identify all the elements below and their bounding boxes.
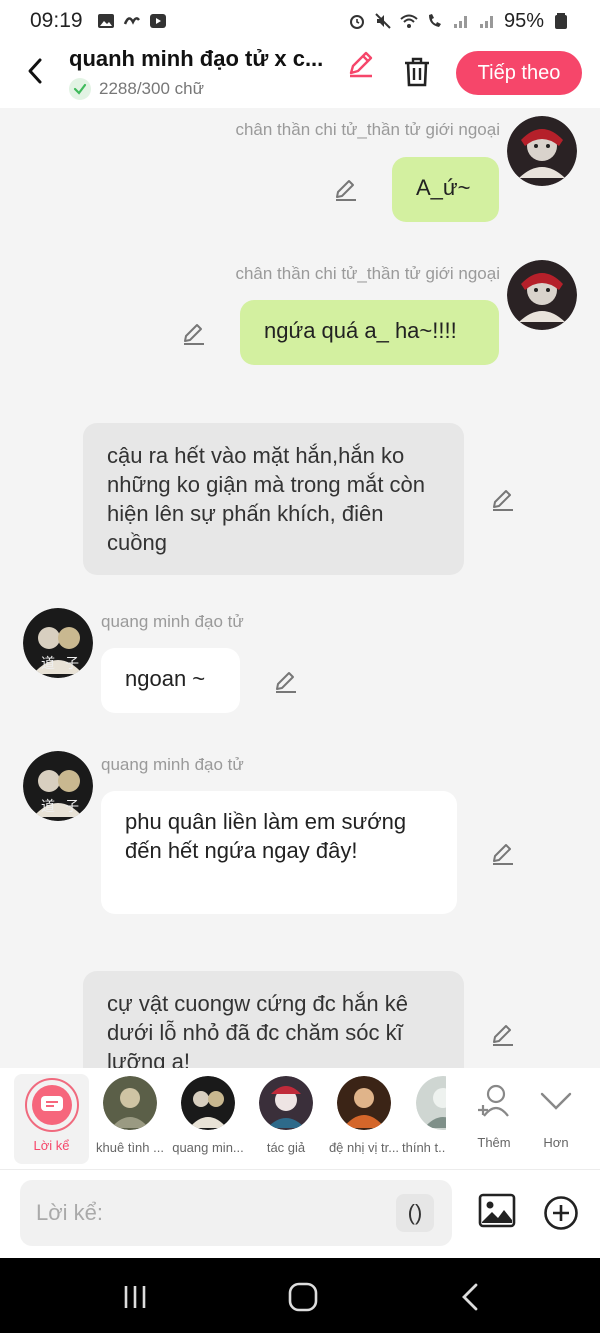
add-user-icon <box>478 1084 509 1117</box>
wifi-icon <box>400 14 418 28</box>
character-avatar <box>259 1076 313 1130</box>
svg-text:道: 道 <box>41 799 55 815</box>
add-character-label: Thêm <box>477 1135 511 1150</box>
character-avatar <box>103 1076 157 1130</box>
story-title: quanh minh đạo tử x c... <box>69 46 324 71</box>
message-text: phu quân liền làm em sướng đến hết ngứa … <box>125 809 407 863</box>
edit-message-icon[interactable] <box>181 320 207 346</box>
app-notification-icon <box>123 17 140 25</box>
narration-bubble[interactable]: cậu ra hết vào mặt hắn,hắn ko những ko g… <box>83 423 464 575</box>
narration-text: cự vật cuongw cứng đc hắn kê dưới lỗ nhỏ… <box>107 991 408 1068</box>
input-bar: Lời kể: () <box>0 1170 600 1258</box>
character-item[interactable]: thính t... <box>402 1076 446 1155</box>
input-placeholder: Lời kể: <box>36 1200 104 1225</box>
character-avatar <box>337 1076 391 1130</box>
character-item[interactable]: tác giả <box>246 1076 326 1155</box>
character-label: khuê tình ... <box>96 1140 164 1155</box>
edit-message-icon[interactable] <box>490 486 516 512</box>
message-bubble[interactable]: A_ứ~ <box>392 157 499 222</box>
chat-area[interactable]: chân thần chi tử_thần tử giới ngoại A_ứ~… <box>0 108 600 1068</box>
narrator-icon <box>24 1078 79 1132</box>
character-item[interactable]: đệ nhị vị tr... <box>324 1076 404 1155</box>
character-item[interactable]: quang min... <box>168 1076 248 1155</box>
message-text: ngoan ~ <box>125 666 206 691</box>
parenthesis-button[interactable]: () <box>396 1194 434 1232</box>
navigation-bar <box>0 1258 600 1333</box>
battery-icon <box>555 13 567 29</box>
message-bubble[interactable]: ngứa quá a_ ha~!!!! <box>240 300 499 365</box>
narration-text: cậu ra hết vào mặt hắn,hắn ko những ko g… <box>107 443 426 555</box>
character-avatar <box>416 1076 446 1130</box>
add-icon[interactable] <box>543 1195 579 1231</box>
character-label: thính t... <box>402 1140 446 1155</box>
chevron-down-icon <box>540 1092 572 1110</box>
svg-text:子: 子 <box>65 799 79 815</box>
narration-bubble[interactable]: cự vật cuongw cứng đc hắn kê dưới lỗ nhỏ… <box>83 971 464 1068</box>
message-bubble[interactable]: ngoan ~ <box>101 648 240 713</box>
sender-name: chân thần chi tử_thần tử giới ngoại <box>235 264 500 283</box>
svg-text:子: 子 <box>65 656 79 672</box>
header: quanh minh đạo tử x c... 2288/300 chữ Ti… <box>0 42 600 108</box>
word-count: 2288/300 chữ <box>69 78 204 100</box>
sender-name: quang minh đạo tử <box>101 612 244 631</box>
battery-percent: 95% <box>503 9 544 32</box>
edit-message-icon[interactable] <box>490 1021 516 1047</box>
character-item[interactable]: khuê tình ... <box>90 1076 170 1155</box>
next-button[interactable]: Tiếp theo <box>456 51 582 95</box>
avatar[interactable]: 道子 <box>23 751 93 821</box>
edit-message-icon[interactable] <box>273 668 299 694</box>
add-character-button[interactable]: Thêm <box>464 1082 524 1150</box>
sender-name: chân thần chi tử_thần tử giới ngoại <box>235 120 500 139</box>
avatar[interactable]: 道子 <box>23 608 93 678</box>
character-avatar <box>181 1076 235 1130</box>
more-button[interactable]: Hơn <box>526 1082 586 1150</box>
recent-apps-icon[interactable] <box>118 1280 152 1314</box>
word-count-text: 2288/300 chữ <box>99 79 204 98</box>
signal-icon <box>453 16 467 28</box>
more-label: Hơn <box>543 1135 569 1150</box>
message-text: ngứa quá a_ ha~!!!! <box>264 318 457 343</box>
edit-title-icon[interactable] <box>346 48 376 78</box>
alarm-icon <box>349 15 364 29</box>
signal-icon-2 <box>479 16 493 28</box>
sender-name: quang minh đạo tử <box>101 755 244 774</box>
svg-text:道: 道 <box>41 656 55 672</box>
message-input[interactable]: Lời kể: () <box>20 1180 452 1246</box>
avatar[interactable] <box>507 260 577 330</box>
call-signal-icon <box>428 14 441 27</box>
character-label: tác giả <box>266 1140 306 1155</box>
character-bar: Lời kể khuê tình ... quang min... tác gi… <box>0 1068 600 1170</box>
trash-icon[interactable] <box>402 56 432 88</box>
narrator-label: Lời kể <box>33 1138 70 1153</box>
character-label: quang min... <box>172 1140 244 1155</box>
edit-message-icon[interactable] <box>490 840 516 866</box>
home-icon[interactable] <box>286 1280 320 1314</box>
avatar[interactable] <box>507 116 577 186</box>
check-icon <box>69 78 91 100</box>
narrator-tab[interactable]: Lời kể <box>14 1074 89 1164</box>
video-icon <box>149 14 166 28</box>
system-icons: 95% <box>348 10 570 33</box>
message-text: A_ứ~ <box>416 175 471 200</box>
notification-icons <box>97 12 167 30</box>
image-icon[interactable] <box>478 1192 516 1230</box>
gallery-icon <box>97 14 114 28</box>
status-bar: 09:19 95% <box>0 0 600 42</box>
nav-back-icon[interactable] <box>454 1280 488 1314</box>
character-label: đệ nhị vị tr... <box>328 1140 400 1155</box>
back-icon[interactable] <box>22 56 52 86</box>
message-bubble[interactable]: phu quân liền làm em sướng đến hết ngứa … <box>101 791 457 914</box>
mute-icon <box>375 13 391 29</box>
edit-message-icon[interactable] <box>333 176 359 202</box>
status-time: 09:19 <box>30 9 83 32</box>
